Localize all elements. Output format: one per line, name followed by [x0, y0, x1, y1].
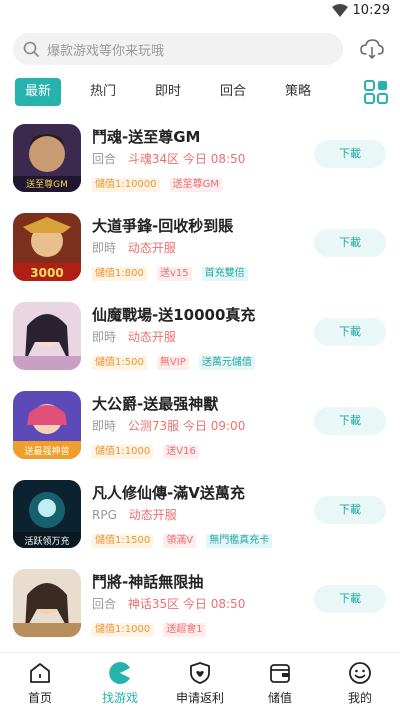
game-meta: 即時 动态开服	[92, 239, 176, 256]
tag: 領滿V	[163, 534, 197, 548]
game-tags: 儲值1:1500 領滿V 無門檻真充卡	[92, 528, 277, 548]
download-button[interactable]: 下載	[314, 496, 386, 524]
tab-hot[interactable]: 热门	[80, 78, 126, 106]
game-genre: 回合	[92, 597, 117, 611]
tag: 儲值1:1000	[92, 445, 154, 459]
game-thumbnail: 活跃领万充	[13, 480, 81, 548]
download-button[interactable]: 下載	[314, 318, 386, 346]
tag: 送v15	[156, 267, 192, 281]
tag: 送V16	[163, 445, 199, 459]
svg-text:活跃领万充: 活跃领万充	[24, 535, 69, 547]
nav-label: 首页	[27, 691, 52, 705]
tag: 送萬元儲值	[198, 356, 255, 370]
nav-label: 找游戏	[101, 691, 138, 705]
game-meta: 回合 斗魂34区 今日 08:50	[92, 150, 245, 167]
game-server: 公测73服 今日 09:00	[127, 419, 246, 433]
game-thumbnail: 送最强神兽	[13, 391, 81, 459]
game-genre: 即時	[92, 241, 117, 255]
rebate-icon	[190, 662, 210, 684]
category-grid-icon[interactable]	[364, 80, 388, 104]
game-thumbnail: 送至尊GM	[13, 124, 81, 192]
wallet-icon	[270, 664, 290, 683]
game-tags: 儲值1:10000 送至尊GM	[92, 172, 227, 192]
game-server: 神话35区 今日 08:50	[127, 597, 246, 611]
nav-profile[interactable]: 我的	[320, 653, 400, 710]
game-title: 大公爵-送最强神獸	[92, 395, 219, 413]
nav-wallet[interactable]: 储值	[240, 653, 320, 710]
game-item[interactable]: 送最强神兽 大公爵-送最强神獸 即時 公测73服 今日 09:00 儲值1:10…	[0, 385, 400, 474]
tab-realtime[interactable]: 即时	[145, 78, 191, 106]
home-icon	[30, 663, 50, 683]
cloud-download-icon[interactable]	[360, 38, 384, 60]
profile-icon	[349, 662, 371, 684]
tab-turn-based[interactable]: 回合	[210, 78, 256, 106]
tag: 無門檻真充卡	[206, 534, 273, 548]
game-server: 动态开服	[127, 241, 176, 255]
tag: 儲值1:800	[92, 267, 147, 281]
game-item[interactable]: 3000 大道爭鋒-回收秒到賬 即時 动态开服 儲值1:800 送v15 首充雙…	[0, 207, 400, 296]
game-title: 凡人修仙傳-滿V送萬充	[92, 484, 245, 502]
tag: 送超會1	[163, 623, 206, 637]
tag: 送至尊GM	[169, 178, 223, 192]
tag: 首充雙倍	[201, 267, 248, 281]
game-tags: 儲值1:500 無VIP 送萬元儲值	[92, 350, 260, 370]
game-meta: 回合 神话35区 今日 08:50	[92, 595, 245, 612]
game-server: 动态开服	[128, 508, 177, 522]
game-genre: 即時	[92, 330, 117, 344]
tag: 儲值1:1000	[92, 623, 154, 637]
status-time: 10:29	[352, 3, 390, 18]
download-button[interactable]: 下載	[314, 585, 386, 613]
game-meta: 即時 公测73服 今日 09:00	[92, 417, 245, 434]
game-genre: 回合	[92, 152, 117, 166]
download-button[interactable]: 下載	[314, 140, 386, 168]
game-item[interactable]: 送至尊GM 鬥魂-送至尊GM 回合 斗魂34区 今日 08:50 儲值1:100…	[0, 118, 400, 207]
game-item[interactable]: 活跃领万充 凡人修仙傳-滿V送萬充 RPG 动态开服 儲值1:1500 領滿V …	[0, 474, 400, 563]
nav-label: 申请返利	[175, 691, 224, 705]
svg-text:送至尊GM: 送至尊GM	[26, 178, 68, 190]
svg-text:送最强神兽: 送最强神兽	[24, 445, 69, 457]
game-title: 鬥魂-送至尊GM	[92, 128, 201, 146]
nav-rebate[interactable]: 申请返利	[160, 653, 240, 710]
category-tabs: 最新 热门 即时 回合 策略	[13, 78, 388, 106]
game-thumbnail	[13, 569, 81, 637]
search-icon	[23, 41, 39, 57]
game-meta: RPG 动态开服	[92, 506, 177, 523]
find-game-icon	[109, 662, 130, 684]
nav-label: 我的	[347, 691, 372, 705]
wifi-icon	[332, 4, 348, 17]
tag: 儲值1:10000	[92, 178, 160, 192]
tag: 儲值1:1500	[92, 534, 154, 548]
search-placeholder: 爆款游戏等你来玩哦	[47, 44, 165, 59]
game-tags: 儲值1:1000 送V16	[92, 439, 204, 459]
tag: 儲值1:500	[92, 356, 147, 370]
game-thumbnail	[13, 302, 81, 370]
game-thumbnail: 3000	[13, 213, 81, 281]
game-server: 斗魂34区 今日 08:50	[127, 152, 246, 166]
game-tags: 儲值1:800 送v15 首充雙倍	[92, 261, 253, 281]
tag: 無VIP	[156, 356, 189, 370]
search-row: 爆款游戏等你来玩哦	[13, 33, 388, 65]
status-bar: 10:29	[0, 0, 400, 22]
bottom-nav: 首页 找游戏 申请返利 储值 我的	[0, 652, 400, 710]
tab-latest[interactable]: 最新	[15, 78, 61, 106]
svg-text:3000: 3000	[30, 266, 63, 280]
game-tags: 儲值1:1000 送超會1	[92, 617, 211, 637]
game-title: 鬥將-神話無限抽	[92, 573, 204, 591]
nav-label: 储值	[267, 691, 292, 705]
game-meta: 即時 动态开服	[92, 328, 176, 345]
game-server: 动态开服	[127, 330, 176, 344]
game-item[interactable]: 仙魔戰場-送10000真充 即時 动态开服 儲值1:500 無VIP 送萬元儲值…	[0, 296, 400, 385]
download-button[interactable]: 下載	[314, 407, 386, 435]
nav-home[interactable]: 首页	[0, 653, 80, 710]
download-button[interactable]: 下載	[314, 229, 386, 257]
search-input[interactable]: 爆款游戏等你来玩哦	[13, 33, 343, 65]
tab-strategy[interactable]: 策略	[275, 78, 321, 106]
game-genre: RPG	[92, 508, 117, 522]
nav-find-game[interactable]: 找游戏	[80, 653, 160, 710]
game-genre: 即時	[92, 419, 117, 433]
game-title: 大道爭鋒-回收秒到賬	[92, 217, 234, 235]
game-title: 仙魔戰場-送10000真充	[92, 306, 256, 324]
game-item[interactable]: 鬥將-神話無限抽 回合 神话35区 今日 08:50 儲值1:1000 送超會1…	[0, 563, 400, 652]
